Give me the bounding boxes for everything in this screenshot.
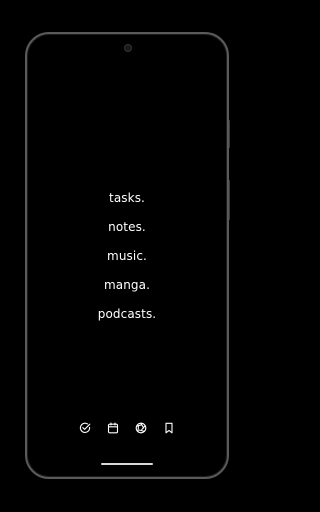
menu-item-podcasts[interactable]: podcasts. xyxy=(27,300,227,329)
bookmark-icon[interactable] xyxy=(163,422,175,434)
front-camera xyxy=(124,44,132,52)
phone-frame: tasks. notes. music. manga. podcasts. xyxy=(25,32,229,479)
menu-item-manga[interactable]: manga. xyxy=(27,271,227,300)
menu-item-notes[interactable]: notes. xyxy=(27,213,227,242)
check-circle-icon[interactable] xyxy=(79,422,91,434)
menu-item-music[interactable]: music. xyxy=(27,242,227,271)
menu-item-tasks[interactable]: tasks. xyxy=(27,184,227,213)
launcher-menu: tasks. notes. music. manga. podcasts. xyxy=(27,184,227,329)
bottom-nav-bar xyxy=(27,422,227,438)
calendar-icon[interactable] xyxy=(107,422,119,434)
home-indicator[interactable] xyxy=(101,463,153,465)
aperture-icon[interactable] xyxy=(135,422,147,434)
